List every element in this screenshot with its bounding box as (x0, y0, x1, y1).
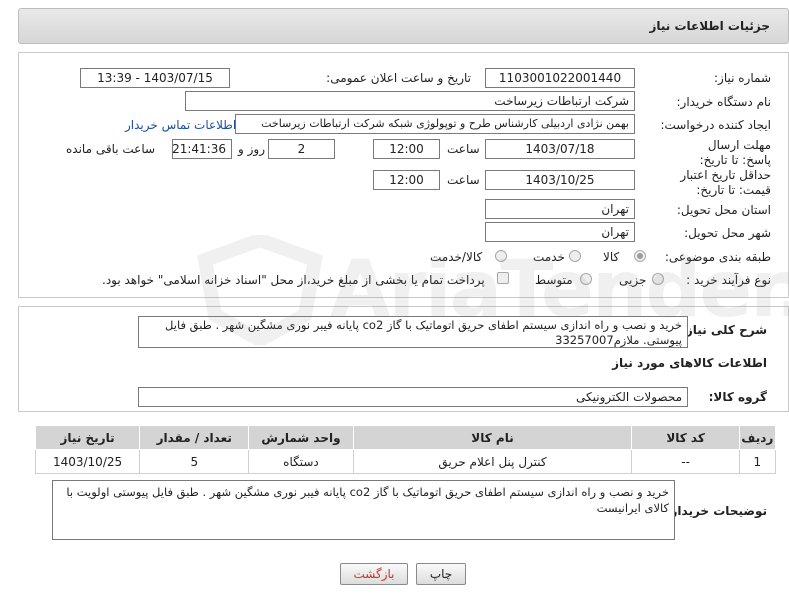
col-row-number: ردیف (738, 425, 777, 450)
category-radio-goods[interactable] (634, 250, 646, 262)
need-number-field: 1103001022001440 (485, 68, 635, 88)
province-field: تهران (485, 199, 635, 219)
reply-time-field: 12:00 (373, 139, 440, 159)
price-time-field: 12:00 (373, 170, 440, 190)
treasury-payment-checkbox[interactable] (497, 272, 509, 284)
price-time-label: ساعت (447, 173, 480, 187)
city-field: تهران (485, 222, 635, 242)
items-table: ردیف کد کالا نام کالا واحد شمارش تعداد /… (34, 425, 777, 474)
description-textarea[interactable]: خرید و نصب و راه اندازی سیستم اطفای حریق… (138, 316, 688, 348)
category-option-goods: کالا (603, 250, 620, 264)
table-row[interactable]: 1 -- کنترل پنل اعلام حریق دستگاه 5 1403/… (34, 449, 777, 474)
remaining-label: ساعت باقی مانده (66, 142, 156, 156)
process-type-label: نوع فرآیند خرید : (686, 273, 771, 287)
price-date-field: 1403/10/25 (485, 170, 635, 190)
reply-date-field: 1403/07/18 (485, 139, 635, 159)
cell-item-name: کنترل پنل اعلام حریق (352, 449, 633, 474)
page-title: جزئیات اطلاعات نیاز (649, 19, 770, 33)
goods-group-field: محصولات الکترونیکی (138, 387, 688, 407)
col-item-name: نام کالا (352, 425, 633, 450)
category-radio-service[interactable] (569, 250, 581, 262)
buyer-notes-label: توضیحات خریدار: (665, 504, 767, 518)
process-radio-minor[interactable] (652, 273, 664, 285)
page-header: جزئیات اطلاعات نیاز (18, 8, 789, 44)
reply-deadline-label: مهلت ارسال پاسخ: تا تاریخ: (699, 138, 771, 167)
category-radio-goods-service[interactable] (495, 250, 507, 262)
need-number-label: شماره نیاز: (714, 71, 771, 85)
announce-datetime-field: 1403/07/15 - 13:39 (80, 68, 230, 88)
col-need-date: تاریخ نیاز (34, 425, 141, 450)
cell-unit: دستگاه (248, 449, 354, 474)
city-label: شهر محل تحویل: (684, 226, 771, 240)
process-radio-medium[interactable] (580, 273, 592, 285)
col-item-code: کد کالا (631, 425, 740, 450)
treasury-payment-note: پرداخت تمام یا بخشی از مبلغ خرید،از محل … (102, 273, 485, 287)
cell-need-date: 1403/10/25 (34, 449, 141, 474)
creator-field: بهمن نژادی اردبیلی کارشناس طرح و توپولوژ… (235, 114, 635, 134)
col-unit: واحد شمارش (248, 425, 354, 450)
buyer-org-label: نام دستگاه خریدار: (676, 95, 772, 109)
days-label: روز و (238, 142, 265, 156)
announce-datetime-label: تاریخ و ساعت اعلان عمومی: (326, 71, 471, 85)
category-option-service: خدمت (533, 250, 565, 264)
creator-label: ایجاد کننده درخواست: (660, 118, 771, 132)
print-button[interactable]: چاپ (416, 563, 466, 585)
col-quantity: تعداد / مقدار (139, 425, 250, 450)
cell-row-number: 1 (738, 449, 777, 474)
back-button[interactable]: بازگشت (340, 563, 408, 585)
remaining-time-field: 21:41:36 (172, 139, 232, 159)
process-option-medium: متوسط (535, 273, 573, 287)
buyer-org-field: شرکت ارتباطات زیرساخت (185, 91, 635, 111)
goods-section-title: اطلاعات کالاهای مورد نیاز (612, 356, 767, 370)
reply-time-label: ساعت (447, 142, 480, 156)
days-field: 2 (268, 139, 335, 159)
table-header-row: ردیف کد کالا نام کالا واحد شمارش تعداد /… (34, 425, 777, 450)
category-option-goods-service: کالا/خدمت (430, 250, 483, 264)
process-option-minor: جزیی (619, 273, 647, 287)
cell-item-code: -- (631, 449, 740, 474)
buyer-notes-textarea[interactable]: خرید و نصب و راه اندازی سیستم اطفای حریق… (52, 480, 675, 540)
description-label: شرح کلی نیاز: (681, 323, 767, 337)
category-label: طبقه بندی موضوعی: (664, 250, 771, 264)
contact-info-link[interactable]: اطلاعات تماس خریدار (125, 117, 236, 133)
price-validity-label: حداقل تاریخ اعتبار قیمت: تا تاریخ: (680, 168, 771, 197)
cell-quantity: 5 (139, 449, 250, 474)
province-label: استان محل تحویل: (676, 203, 771, 217)
goods-group-label: گروه کالا: (708, 390, 767, 404)
